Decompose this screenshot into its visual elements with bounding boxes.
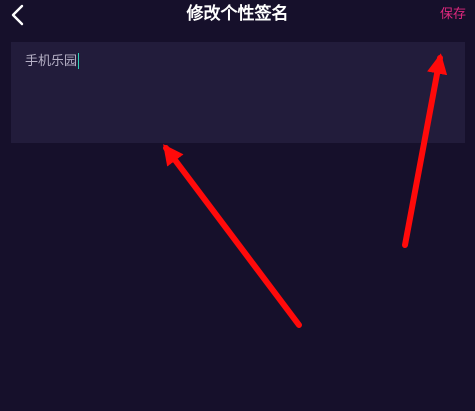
text-cursor	[78, 52, 80, 69]
chevron-left-icon	[11, 4, 24, 26]
header-bar: 修改个性签名 保存	[0, 0, 475, 30]
page-title: 修改个性签名	[186, 4, 289, 24]
signature-text: 手机乐园	[25, 54, 78, 69]
back-button[interactable]	[6, 2, 32, 28]
signature-input[interactable]: 手机乐园	[25, 51, 445, 75]
signature-textarea[interactable]: 手机乐园	[11, 42, 465, 143]
save-button[interactable]: 保存	[440, 6, 466, 24]
annotation-arrow-to-input	[163, 144, 302, 328]
